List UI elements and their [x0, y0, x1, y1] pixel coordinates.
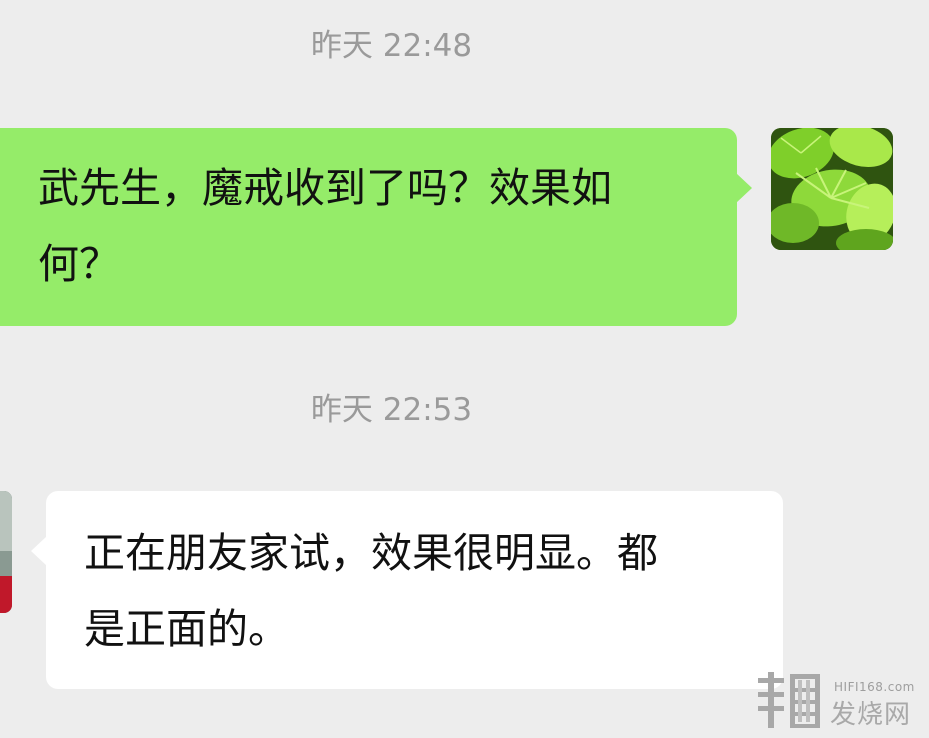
message-timestamp: 昨天 22:48 [310, 28, 473, 64]
watermark-domain: HIFI168.com [834, 680, 915, 694]
watermark-site-name: 发烧网 [830, 700, 912, 730]
sent-message-bubble[interactable]: 武先生，魔戒收到了吗？效果如 何？ [0, 128, 752, 326]
message-text-line: 正在朋友家试，效果很明显。都 [84, 529, 658, 577]
contact-avatar-image [0, 491, 12, 613]
site-watermark: HIFI168.com 发烧网 [756, 670, 926, 730]
contact-avatar[interactable] [0, 491, 12, 613]
message-timestamp: 昨天 22:53 [310, 392, 473, 428]
received-message-bubble[interactable]: 正在朋友家试，效果很明显。都 是正面的。 [31, 491, 783, 689]
message-text-line: 武先生，魔戒收到了吗？效果如 [38, 164, 612, 212]
leaf-avatar-image [771, 128, 893, 250]
site-logo-icon [758, 672, 820, 728]
message-text-line: 是正面的。 [84, 605, 289, 653]
message-text-line: 何？ [38, 240, 120, 288]
self-avatar[interactable] [771, 128, 893, 250]
